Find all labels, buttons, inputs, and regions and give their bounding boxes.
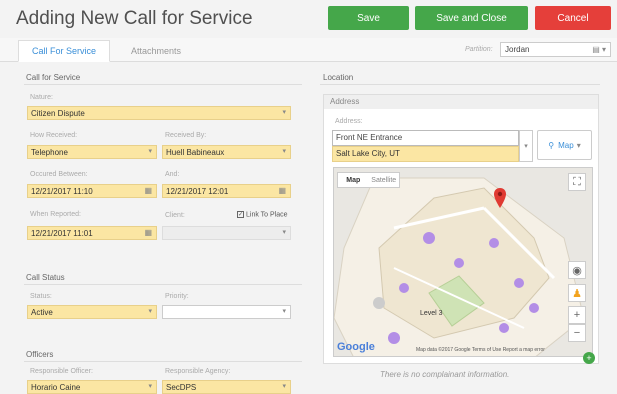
address-line2-input[interactable]: Salt Lake City, UT [332,146,519,162]
address-label: Address: [335,118,363,125]
page-title: Adding New Call for Service [16,8,253,29]
map-attribution[interactable]: Map data ©2017 Google Terms of Use Repor… [416,347,545,353]
when-reported-input[interactable]: 12/21/2017 11:01 ▦ [27,226,157,240]
address-header: Address [324,95,598,109]
add-icon[interactable]: + [583,352,595,364]
partition-label: Partition: [465,46,493,53]
chevron-down-icon: ▾ [282,148,286,155]
tab-call-for-service[interactable]: Call For Service [18,40,110,62]
location-heading: Location [323,73,354,82]
fullscreen-icon[interactable]: ⛶ [568,173,586,191]
and-value: 12/21/2017 12:01 [166,187,229,196]
floor-plan [334,168,592,356]
save-button[interactable]: Save [328,6,409,30]
level-label: Level 3 [420,310,443,317]
address-line1-input[interactable]: Front NE Entrance [332,130,519,146]
how-received-label: How Received: [30,132,78,139]
officers-heading: Officers [26,350,54,359]
address-dropdown-toggle[interactable]: ▾ [519,130,533,162]
pegman-icon[interactable]: ♟ [568,284,586,302]
partition-select[interactable]: Jordan ▤ ▾ [500,42,611,57]
priority-select[interactable]: ▾ [162,305,291,319]
chevron-down-icon: ▾ [148,383,152,390]
status-label: Status: [30,293,52,300]
save-and-close-button[interactable]: Save and Close [415,6,528,30]
location-target-icon[interactable]: ◉ [568,261,586,279]
responsible-agency-value: SecDPS [166,383,197,392]
when-reported-label: When Reported: [30,211,81,218]
occurred-between-label: Occured Between: [30,171,88,178]
divider [24,84,302,85]
tab-attachments[interactable]: Attachments [120,40,192,62]
check-icon: ✓ [237,211,244,218]
responsible-officer-value: Horario Caine [31,383,81,392]
occurred-between-value: 12/21/2017 11:10 [31,187,93,196]
responsible-officer-select[interactable]: Horario Caine ▾ [27,380,157,394]
received-by-value: Huell Babineaux [166,148,225,157]
call-for-service-heading: Call for Service [26,73,81,82]
nature-label: Nature: [30,94,53,101]
chevron-down-icon: ▾ [282,383,286,390]
partition-menu-icon[interactable]: ▤ ▾ [592,45,606,54]
divider [24,361,302,362]
map-type-toggle[interactable]: Map Satellite [337,172,400,188]
status-value: Active [31,308,53,317]
complainant-empty-text: There is no complainant information. [380,370,510,379]
calendar-icon[interactable]: ▦ [144,186,152,195]
zoom-out-icon[interactable]: − [568,324,586,342]
chevron-down-icon: ▾ [524,143,528,150]
calendar-icon[interactable]: ▦ [278,186,286,195]
link-to-place-checkbox[interactable]: ✓ Link To Place [237,211,288,218]
google-logo: Google [337,341,375,353]
client-select[interactable]: ▾ [162,226,291,240]
map-view[interactable] [333,167,593,357]
map-marker-icon[interactable] [494,188,506,212]
zoom-in-icon[interactable]: + [568,306,586,324]
nature-value: Citizen Dispute [31,109,85,118]
status-select[interactable]: Active ▾ [27,305,157,319]
when-reported-value: 12/21/2017 11:01 [31,229,93,238]
map-type-map[interactable]: Map [338,173,369,187]
map-button[interactable]: ⚲ Map ▾ [537,130,592,160]
chevron-down-icon: ▾ [576,140,581,150]
client-label: Client: [165,212,185,219]
and-label: And: [165,171,180,178]
map-pin-icon: ⚲ [548,140,555,150]
call-status-heading: Call Status [26,273,65,282]
responsible-officer-label: Responsible Officer: [30,368,93,375]
nature-select[interactable]: Citizen Dispute ▾ [27,106,291,120]
received-by-label: Received By: [165,132,207,139]
chevron-down-icon: ▾ [148,148,152,155]
how-received-select[interactable]: Telephone ▾ [27,145,157,159]
cancel-button[interactable]: Cancel [535,6,611,30]
calendar-icon[interactable]: ▦ [144,228,152,237]
responsible-agency-select[interactable]: SecDPS ▾ [162,380,291,394]
chevron-down-icon: ▾ [282,308,286,315]
priority-label: Priority: [165,293,189,300]
responsible-agency-label: Responsible Agency: [165,368,231,375]
divider [24,284,302,285]
partition-value: Jordan [505,45,530,54]
divider [320,84,600,85]
chevron-down-icon: ▾ [282,229,286,236]
received-by-select[interactable]: Huell Babineaux ▾ [162,145,291,159]
occurred-between-input[interactable]: 12/21/2017 11:10 ▦ [27,184,157,198]
and-input[interactable]: 12/21/2017 12:01 ▦ [162,184,291,198]
chevron-down-icon: ▾ [282,109,286,116]
map-type-satellite[interactable]: Satellite [369,173,400,187]
chevron-down-icon: ▾ [148,308,152,315]
how-received-value: Telephone [31,148,68,157]
